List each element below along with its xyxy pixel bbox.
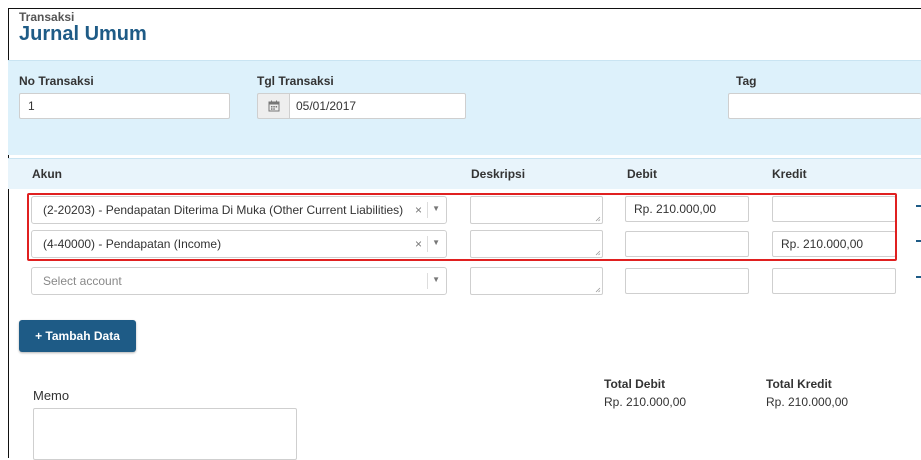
tgl-transaksi-input[interactable]: 05/01/2017 <box>289 93 466 119</box>
account-value: (4-40000) - Pendapatan (Income) <box>43 237 222 251</box>
kredit-input-row-3[interactable] <box>772 268 896 294</box>
account-select-row-2[interactable]: (4-40000) - Pendapatan (Income) × ▼ <box>31 230 447 258</box>
kredit-input-row-1[interactable] <box>772 196 896 222</box>
page-title: Jurnal Umum <box>19 23 147 45</box>
row-action-icon[interactable] <box>916 240 921 242</box>
tag-input[interactable] <box>728 93 921 119</box>
kredit-input-row-2[interactable]: Rp. 210.000,00 <box>772 231 896 257</box>
clear-icon[interactable]: × <box>415 237 422 251</box>
select-divider <box>427 202 428 218</box>
total-debit-label: Total Debit <box>604 377 666 391</box>
column-kredit: Kredit <box>772 167 807 181</box>
add-row-button[interactable]: + Tambah Data <box>19 320 136 352</box>
deskripsi-input-row-3[interactable] <box>470 267 603 295</box>
select-divider <box>427 273 428 289</box>
tgl-transaksi-label: Tgl Transaksi <box>257 74 334 88</box>
breadcrumb: Transaksi <box>19 10 75 24</box>
total-kredit-value: Rp. 210.000,00 <box>766 395 849 409</box>
resize-handle-icon[interactable] <box>595 287 601 293</box>
resize-handle-icon[interactable] <box>595 250 601 256</box>
chevron-down-icon[interactable]: ▼ <box>432 238 440 247</box>
journal-table-header: Akun Deskripsi Debit Kredit <box>8 158 921 189</box>
row-action-icon[interactable] <box>916 205 921 207</box>
row-action-icon[interactable] <box>916 276 921 278</box>
total-debit-value: Rp. 210.000,00 <box>604 395 687 409</box>
deskripsi-input-row-1[interactable] <box>470 196 603 224</box>
clear-icon[interactable]: × <box>415 203 422 217</box>
column-akun: Akun <box>32 167 62 181</box>
memo-input[interactable] <box>33 408 297 460</box>
tag-label: Tag <box>736 74 757 88</box>
account-select-row-3[interactable]: Select account ▼ <box>31 267 447 295</box>
debit-input-row-2[interactable] <box>625 231 749 257</box>
account-select-row-1[interactable]: (2-20203) - Pendapatan Diterima Di Muka … <box>31 196 447 224</box>
column-debit: Debit <box>627 167 657 181</box>
memo-label: Memo <box>33 388 70 403</box>
debit-input-row-3[interactable] <box>625 268 749 294</box>
select-divider <box>427 236 428 252</box>
calendar-button[interactable] <box>257 93 289 119</box>
total-kredit-label: Total Kredit <box>766 377 832 391</box>
column-deskripsi: Deskripsi <box>471 167 526 181</box>
deskripsi-input-row-2[interactable] <box>470 230 603 258</box>
debit-input-row-1[interactable]: Rp. 210.000,00 <box>625 196 749 222</box>
account-placeholder: Select account <box>43 274 122 288</box>
account-value: (2-20203) - Pendapatan Diterima Di Muka … <box>43 203 404 217</box>
chevron-down-icon[interactable]: ▼ <box>432 204 440 213</box>
no-transaksi-input[interactable]: 1 <box>19 93 230 119</box>
calendar-icon <box>268 100 279 112</box>
chevron-down-icon[interactable]: ▼ <box>432 275 440 284</box>
no-transaksi-label: No Transaksi <box>19 74 94 88</box>
resize-handle-icon[interactable] <box>595 216 601 222</box>
